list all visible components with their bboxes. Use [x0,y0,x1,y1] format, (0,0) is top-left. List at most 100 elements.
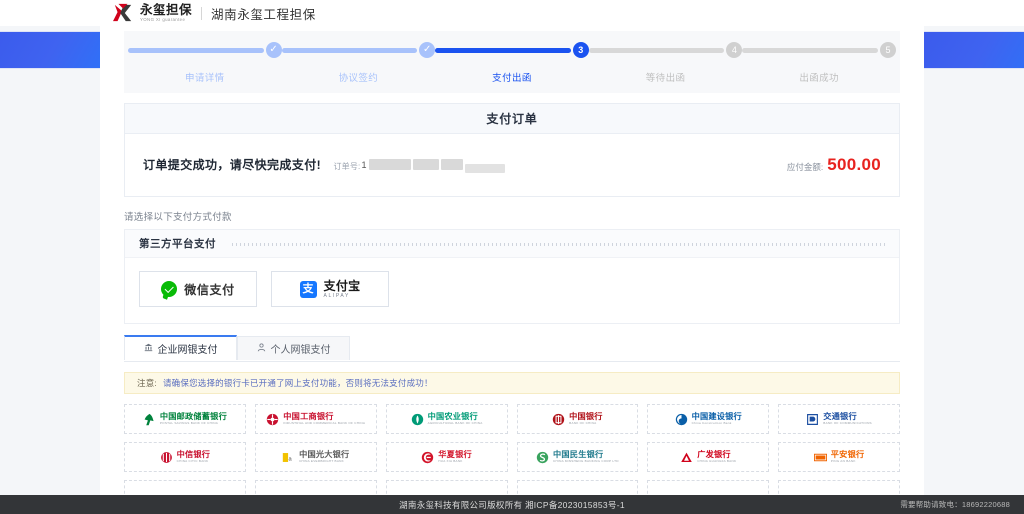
site-footer: 湖南永玺科技有限公司版权所有 湘ICP备2023015853号-1 需要帮助请致… [0,495,1024,514]
bank-option[interactable]: 中国农业银行 AGRICULTURAL BANK OF CHINA [385,404,508,434]
bank-name-en: CHINA GUANGFA BANK [697,459,737,464]
bank-name-cn: 中国银行 [569,411,603,421]
order-number-redaction [440,159,463,171]
left-decorative-banner [0,31,101,69]
bank-text: 中国农业银行 AGRICULTURAL BANK OF CHINA [427,411,483,426]
header-divider [201,6,203,20]
order-card-body: 订单提交成功，请尽快完成支付! 订单号:1 应付金额: 500.00 [125,134,899,196]
tab-personal-online-bank[interactable]: 个人网银支付 [237,336,350,360]
bank-name-en: CHINA MINSHENG BANKING CORP LTD [553,459,619,464]
bank-name-cn: 交通银行 [823,411,857,421]
alipay-label: 支付宝 [323,278,361,293]
alipay-text: 支付宝 ALIPAY [324,280,361,299]
bank-option[interactable]: 中信银行 CHINA CITIC BANK [124,442,246,472]
bank-name-cn: 中国光大银行 [299,449,350,459]
footer-help-phone: 需要帮助请致电：18692220688 [900,500,1010,509]
bank-icon [144,343,153,354]
bank-text: 中国民生银行 CHINA MINSHENG BANKING CORP LTD [553,449,619,464]
step-1[interactable]: ✓ 申请详情 [128,39,282,84]
content-column: ✓ 申请详情 ✓ 协议签约 3 支付出函 4 等待出函 5 出函成功 支付订单 订单提交成功，请尽… [100,26,924,510]
step-4[interactable]: 4 等待出函 [588,39,743,84]
bank-option[interactable]: 平安银行 PING AN BANK [778,442,900,472]
bank-option[interactable]: 中国邮政储蓄银行 POSTAL SAVINGS BANK OF CHINA [124,404,246,434]
payment-notice: 注意: 请确保您选择的银行卡已开通了网上支付功能，否则将无法支付成功！ [124,372,900,394]
bank-name-cn: 平安银行 [830,449,865,459]
tab-enterprise-online-bank[interactable]: 企业网银支付 [124,335,237,360]
third-party-methods: 微信支付 支 支付宝 ALIPAY [125,258,899,323]
order-message-wrap: 订单提交成功，请尽快完成支付! 订单号:1 [143,156,505,174]
step-label: 出函成功 [799,73,839,84]
alipay-button[interactable]: 支 支付宝 ALIPAY [271,271,389,307]
step-node: 5 [879,42,896,58]
wechat-pay-icon [161,281,178,297]
order-number-value: 1 [361,159,367,170]
payment-page: 永玺担保 YONG XI guarantee 湖南永玺工程担保 ✓ 申请详情 ✓ 协议… [0,0,1024,514]
bank-text: 中国邮政储蓄银行 POSTAL SAVINGS BANK OF CHINA [159,411,227,426]
step-node: 3 [572,42,589,58]
bank-option[interactable]: 华夏银行 HUA XIA BANK [385,442,508,472]
bank-name-en: HUA XIA BANK [438,459,463,464]
order-number-redaction [412,159,439,171]
bank-option[interactable]: 交通银行 BANK OF COMMUNICATIONS [778,404,900,434]
third-party-header: 第三方平台支付 [125,230,899,258]
bank-name-en: PING AN BANK [830,459,856,464]
footer-copyright: 湖南永玺科技有限公司版权所有 湘ICP备2023015853号-1 [399,499,625,510]
notice-label: 注意: [137,378,157,388]
step-5[interactable]: 5 出函成功 [742,39,896,84]
bank-option[interactable]: 中国工商银行 INDUSTRIAL AND COMMERCIAL BANK OF … [254,404,377,434]
bank-name-cn: 中国邮政储蓄银行 [159,411,227,421]
bank-name-en: POSTAL SAVINGS BANK OF CHINA [159,421,219,426]
bank-text: 广发银行 CHINA GUANGFA BANK [697,449,737,464]
bank-text: 中信银行 CHINA CITIC BANK [176,449,211,464]
bank-option[interactable]: 中国建设银行 China Construction Bank [647,404,770,434]
step-bar-row: 4 [588,39,743,61]
bank-name-cn: 华夏银行 [438,449,472,459]
bank-name-cn: 广发银行 [697,449,731,459]
bank-tabs: 企业网银支付 个人网银支付 [124,335,900,362]
step-bar [742,47,878,53]
bank-name-cn: 中国民生银行 [553,449,604,459]
bank-name-cn: 中国建设银行 [691,411,742,421]
hxb-logo [422,451,434,463]
bank-option[interactable]: a 中国光大银行 CHINA EVERBRIGHT BANK [254,442,377,472]
order-card-title: 支付订单 [125,104,899,134]
step-node: 4 [726,42,743,58]
dotted-divider [232,241,885,246]
order-amount: 应付金额: 500.00 [787,155,881,175]
amount-label: 应付金额: [786,162,824,172]
wechat-pay-button[interactable]: 微信支付 [139,271,257,307]
bank-name-cn: 中国农业银行 [427,411,478,421]
step-2[interactable]: ✓ 协议签约 [281,39,436,84]
bank-text: 平安银行 PING AN BANK [830,449,865,464]
bank-option[interactable]: 中国银行 BANK OF CHINA [516,404,639,434]
tab-enterprise-label: 企业网银支付 [157,345,218,356]
step-bar-row: 5 [742,39,896,61]
bank-name-cn: 中信银行 [176,449,211,459]
alipay-icon: 支 [299,280,317,298]
bank-text: 中国建设银行 China Construction Bank [691,411,742,426]
abc-logo [411,413,423,425]
step-3[interactable]: 3 支付出函 [435,39,589,84]
bank-option[interactable]: 广发银行 CHINA GUANGFA BANK [647,442,770,472]
amount-value: 500.00 [827,155,881,174]
step-label: 协议签约 [338,73,379,84]
step-bar [588,47,725,53]
ccb-logo [675,413,687,425]
step-bar [435,47,571,53]
brand[interactable]: 永玺担保 YONG XI guarantee [112,3,192,23]
check-icon: ✓ [269,44,278,55]
bank-name-en: INDUSTRIAL AND COMMERCIAL BANK OF CHINA [283,421,366,426]
svg-text:a: a [289,456,293,462]
step-bar [281,47,418,53]
bank-option[interactable]: 中国民生银行 CHINA MINSHENG BANKING CORP LTD [516,442,639,472]
alipay-sublabel: ALIPAY [323,292,350,299]
step-node: ✓ [265,42,282,58]
bank-text: 华夏银行 HUA XIA BANK [438,449,472,464]
person-icon [257,343,266,354]
step-label: 支付出函 [492,73,532,84]
bank-name-en: BANK OF CHINA [569,421,597,426]
cgb-logo [681,452,692,462]
bank-name-en: BANK OF COMMUNICATIONS [823,421,872,426]
bank-name-en: CHINA CITIC BANK [176,459,209,464]
step-progress: ✓ 申请详情 ✓ 协议签约 3 支付出函 4 等待出函 5 出函成功 [124,31,900,93]
